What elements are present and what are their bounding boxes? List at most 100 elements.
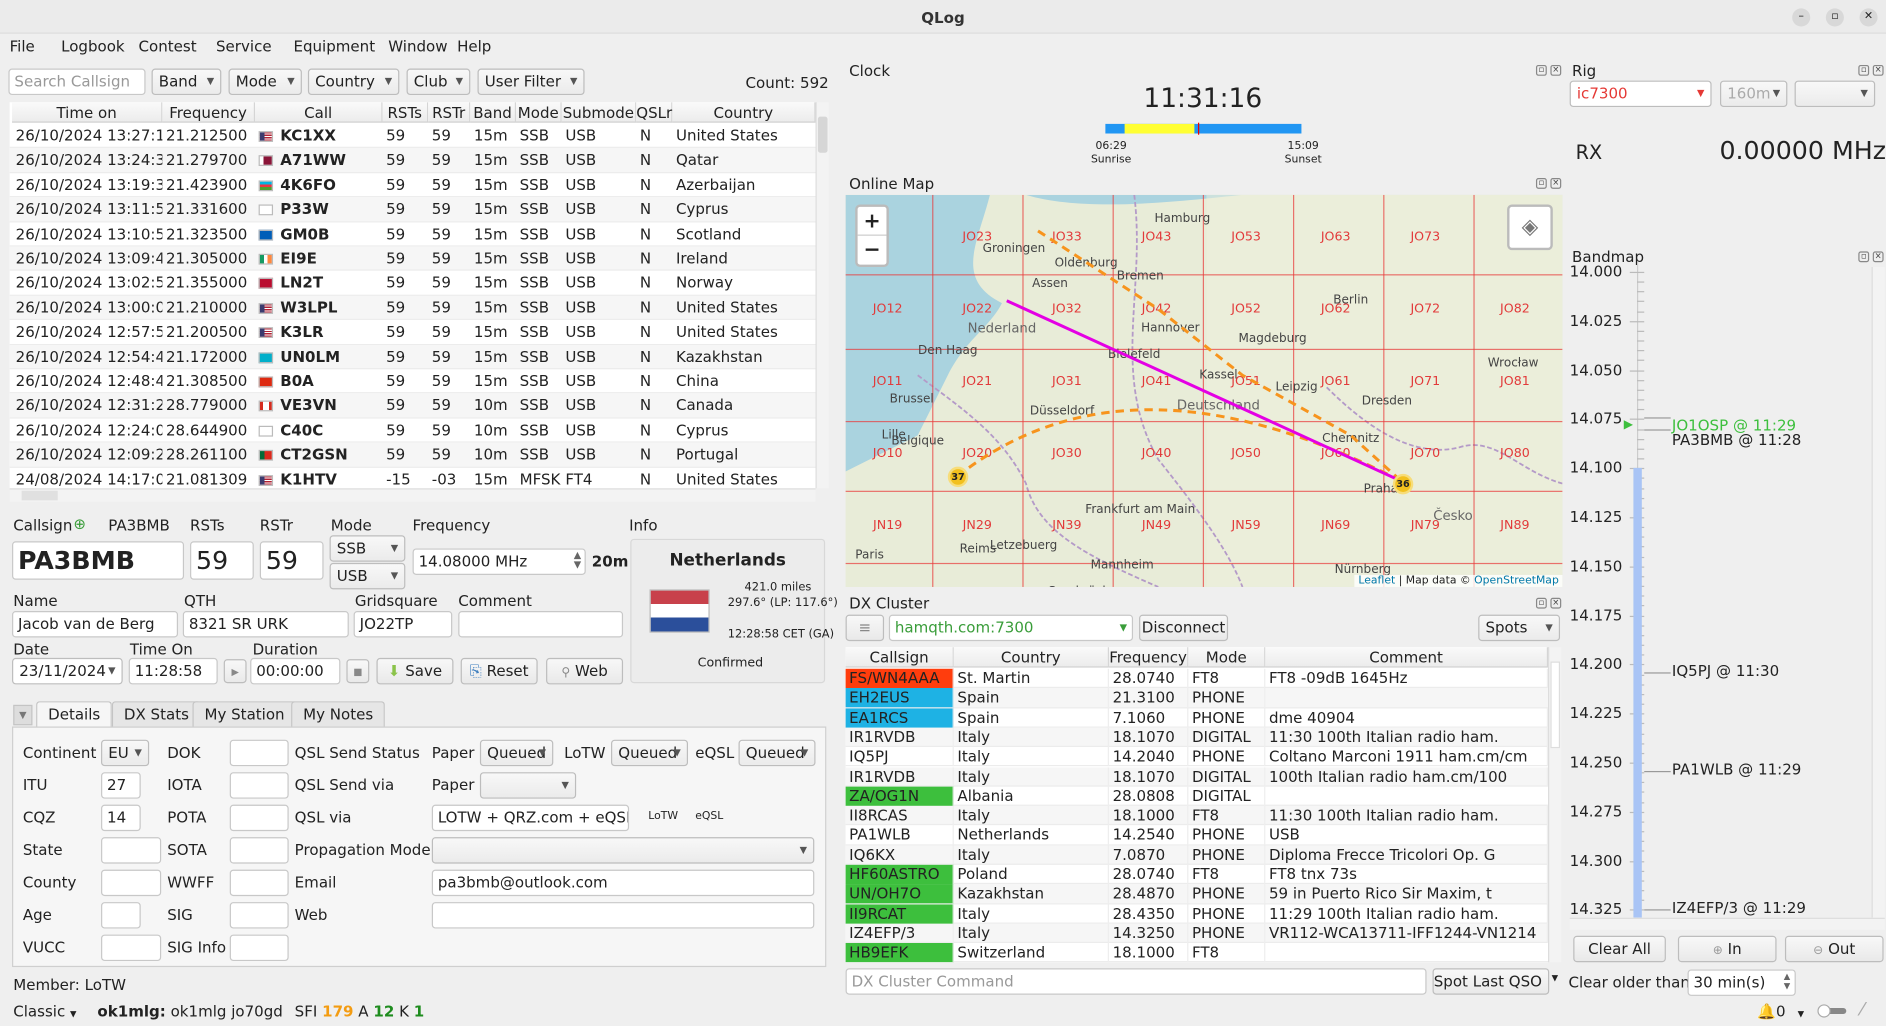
close-dock-icon[interactable]: × bbox=[1872, 251, 1884, 263]
cqz-input[interactable]: 14 bbox=[101, 804, 141, 832]
table-row[interactable]: 26/10/2024 12:09:24 28.261100 CT2GSN 59 59 10… bbox=[9, 442, 816, 468]
bandmap-vertical-scrollbar[interactable] bbox=[1871, 267, 1885, 918]
bandmap-view[interactable]: 14.000 14.025 14.050 14.075 14.100 14.125 14.1… bbox=[1567, 262, 1871, 918]
column-header-band[interactable]: Band bbox=[470, 102, 517, 123]
reset-button[interactable]: ⎘ Reset bbox=[460, 657, 538, 685]
save-button[interactable]: ⬇ Save bbox=[376, 657, 454, 685]
close-dock-icon[interactable]: × bbox=[1550, 64, 1562, 76]
county-input[interactable] bbox=[101, 869, 162, 897]
dok-input[interactable] bbox=[229, 739, 289, 767]
rstr-input[interactable]: 59 bbox=[259, 541, 324, 580]
table-row[interactable]: 26/10/2024 12:48:46 21.308500 B0A 59 59 15m SS… bbox=[9, 369, 816, 394]
propagation-mode-select[interactable]: ▼ bbox=[431, 837, 815, 864]
minimize-button[interactable]: – bbox=[1792, 8, 1811, 27]
bandmap-zoom-out-button[interactable]: ⊖ Out bbox=[1784, 935, 1884, 963]
continent-select[interactable]: EU ▼ bbox=[101, 739, 150, 767]
rig-mode-select[interactable]: ▼ bbox=[1794, 80, 1876, 108]
tab-details[interactable]: Details bbox=[36, 701, 113, 728]
map-zoom-in-button[interactable]: + bbox=[857, 207, 887, 236]
scrollbar-thumb[interactable] bbox=[21, 490, 58, 501]
column-header-time-on[interactable]: Time on bbox=[12, 102, 163, 123]
float-dock-icon[interactable]: ▫ bbox=[1535, 64, 1547, 76]
menu-help[interactable]: Help bbox=[457, 37, 491, 55]
date-picker[interactable]: 23/11/2024 ▼ bbox=[12, 657, 123, 685]
dx-spot-row[interactable]: PA1WLB Netherlands 14.2540 PHONE USB bbox=[845, 825, 1549, 846]
dx-spot-row[interactable]: II9RCAT Italy 28.4350 PHONE 11:29 100th Ital… bbox=[845, 904, 1549, 924]
sig-input[interactable] bbox=[229, 902, 289, 929]
maximize-button[interactable]: ▫ bbox=[1825, 8, 1844, 27]
dx-spot-row[interactable]: HB9EFK Switzerland 18.1000 FT8 bbox=[845, 943, 1549, 963]
scrollbar-thumb[interactable] bbox=[1550, 661, 1561, 749]
table-row[interactable]: 26/10/2024 12:54:42 21.172000 UN0LM 59 59 15m… bbox=[9, 344, 816, 370]
user-filter[interactable]: User Filter ▼ bbox=[477, 68, 585, 96]
osm-link[interactable]: OpenStreetMap bbox=[1474, 575, 1559, 587]
bandmap-horizontal-scrollbar[interactable] bbox=[1569, 917, 1885, 930]
dx-spot-row[interactable]: FS/WN4AAA St. Martin 28.0740 FT8 FT8 -09dB 1… bbox=[845, 668, 1549, 689]
callsign-input[interactable]: PA3BMB bbox=[12, 541, 185, 580]
bandmap-spot[interactable]: PA1WLB @ 11:29 bbox=[1672, 760, 1801, 778]
state-input[interactable] bbox=[101, 837, 162, 864]
table-row[interactable]: 26/10/2024 12:31:23 28.779000 VE3VN 59 59 10m… bbox=[9, 393, 816, 419]
table-row[interactable]: 26/10/2024 13:27:11 21.212500 KC1XX 59 59 15m… bbox=[9, 124, 816, 149]
column-header-mode[interactable]: Mode bbox=[1188, 647, 1266, 668]
gridsquare-input[interactable]: JO22TP bbox=[353, 611, 453, 638]
column-header-frequency[interactable]: Frequency bbox=[1108, 647, 1189, 668]
dx-cluster-command-input[interactable]: DX Cluster Command bbox=[845, 968, 1427, 995]
spinner-icon[interactable]: ▲ ▼ bbox=[1784, 972, 1790, 991]
dx-spot-row[interactable]: IR1RVDB Italy 18.1070 DIGITAL 100th Italian … bbox=[845, 766, 1549, 787]
clear-older-spinbox[interactable]: 30 min(s) bbox=[1687, 969, 1796, 996]
float-dock-icon[interactable]: ▫ bbox=[1535, 178, 1547, 189]
dx-spot-row[interactable]: EA1RCS Spain 7.1060 PHONE dme 40904 bbox=[845, 707, 1549, 728]
tab-dx-stats[interactable]: DX Stats bbox=[111, 701, 201, 727]
clear-all-button[interactable]: Clear All bbox=[1573, 935, 1666, 963]
submode-select[interactable]: USB ▼ bbox=[329, 562, 406, 590]
chevron-down-icon[interactable]: ▼ bbox=[1552, 973, 1558, 983]
float-dock-icon[interactable]: ▫ bbox=[1858, 251, 1870, 263]
tab-my-notes[interactable]: My Notes bbox=[291, 701, 386, 727]
dx-spot-row[interactable]: EH2EUS Spain 21.3100 PHONE bbox=[845, 688, 1549, 708]
email-input[interactable]: pa3bmb@outlook.com bbox=[431, 869, 815, 897]
logbook-vertical-scrollbar[interactable] bbox=[815, 102, 829, 489]
table-row[interactable]: 26/10/2024 13:00:02 21.210000 W3LPL 59 59 15m… bbox=[9, 295, 816, 321]
dx-spot-row[interactable]: IZ4EFP/3 Italy 14.3250 PHONE VR112-WCA13711-… bbox=[845, 923, 1549, 944]
dx-table-scrollbar[interactable] bbox=[1548, 647, 1562, 963]
table-row[interactable]: 26/10/2024 12:24:06 28.644900 C40C 59 59 10m S… bbox=[9, 418, 816, 443]
age-input[interactable] bbox=[101, 902, 141, 929]
web-input[interactable] bbox=[431, 902, 815, 929]
leaflet-link[interactable]: Leaflet bbox=[1358, 575, 1395, 587]
itu-input[interactable]: 27 bbox=[101, 772, 141, 799]
scrollbar-thumb[interactable] bbox=[817, 116, 828, 153]
iota-input[interactable] bbox=[229, 772, 289, 799]
close-dock-icon[interactable]: × bbox=[1550, 178, 1562, 189]
column-header-comment[interactable]: Comment bbox=[1265, 647, 1549, 668]
eqsl-status-select[interactable]: Queued ▼ bbox=[738, 739, 816, 767]
wwff-input[interactable] bbox=[229, 869, 289, 897]
frequency-input[interactable]: 14.08000 MHz bbox=[412, 548, 586, 575]
rig-band-select[interactable]: 160m ▼ bbox=[1720, 80, 1788, 108]
frequency-spinner-icon[interactable]: ▲ ▼ bbox=[574, 550, 581, 570]
tab-my-station[interactable]: My Station bbox=[192, 701, 297, 727]
layers-icon[interactable]: ◈ bbox=[1507, 204, 1553, 251]
layout-profile-select[interactable]: Classic ▼ bbox=[13, 1002, 76, 1020]
column-header-call[interactable]: Call bbox=[254, 102, 383, 123]
dx-spots-table[interactable]: Callsign Country Frequency Mode Comment FS/WN… bbox=[845, 647, 1549, 963]
lotw-status-select[interactable]: Queued ▼ bbox=[611, 739, 689, 767]
globe-lookup-icon[interactable]: ⊕ bbox=[73, 515, 86, 533]
country-filter[interactable]: Country ▼ bbox=[307, 68, 400, 96]
map-zoom-out-button[interactable]: − bbox=[858, 236, 887, 265]
logbook-table[interactable]: Time on Frequency Call RSTs RSTr Band Mode Subm… bbox=[9, 102, 816, 489]
dx-spot-row[interactable]: HF60ASTRO Poland 28.0740 FT8 FT8 tnx 73s bbox=[845, 864, 1549, 885]
alerts-indicator[interactable]: 🔔0 ▼ bbox=[1757, 1002, 1804, 1021]
time-on-input[interactable]: 11:28:58 bbox=[128, 657, 218, 685]
column-header-country[interactable]: Country bbox=[672, 102, 816, 123]
column-header-submode[interactable]: Submode bbox=[561, 102, 637, 123]
start-timer-button[interactable]: ▶ bbox=[223, 659, 247, 684]
table-row[interactable]: 24/08/2024 14:17:00 21.081309 K1HTV -15 -03 1… bbox=[10, 467, 816, 488]
bandmap-spot[interactable]: PA3BMB @ 11:28 bbox=[1672, 431, 1801, 449]
club-filter[interactable]: Club ▼ bbox=[406, 68, 471, 96]
menu-logbook[interactable]: Logbook bbox=[61, 37, 125, 55]
sota-input[interactable] bbox=[229, 837, 289, 864]
dx-spot-row[interactable]: IR1RVDB Italy 18.1070 DIGITAL 11:30 100th It… bbox=[845, 727, 1549, 748]
menu-contest[interactable]: Contest bbox=[139, 37, 197, 55]
table-row[interactable]: 26/10/2024 13:24:37 21.279700 A71WW 59 59 15m… bbox=[9, 148, 816, 173]
